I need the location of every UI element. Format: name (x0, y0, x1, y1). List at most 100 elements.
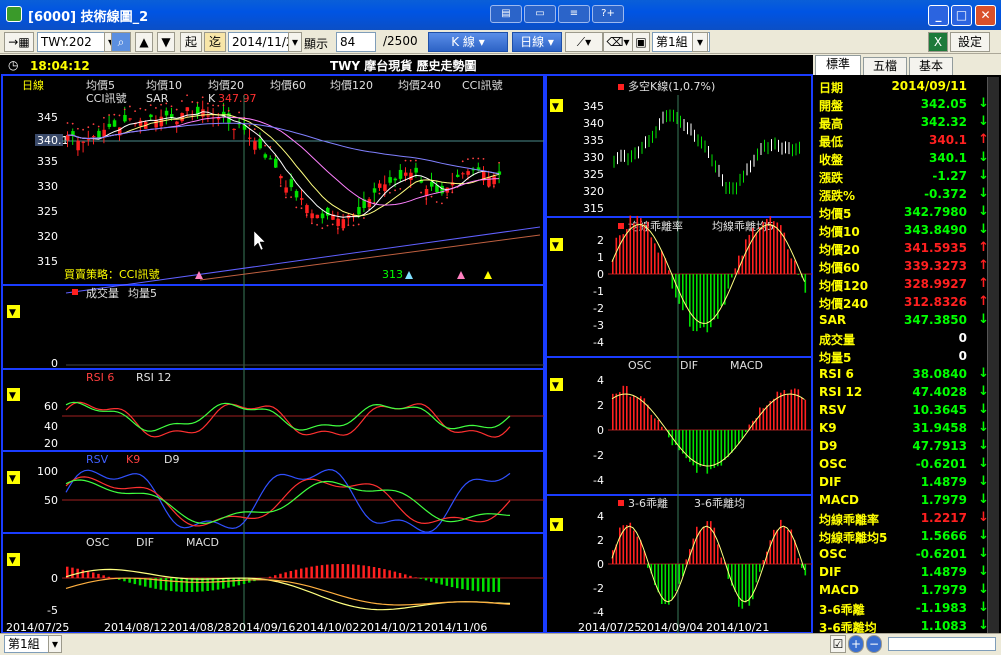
zoom-slider[interactable] (888, 637, 996, 651)
sar-dot (430, 195, 433, 198)
rsi-ytick-3: 20 (44, 437, 58, 450)
start-button[interactable]: 起 (180, 32, 202, 52)
indicator-bar (696, 274, 698, 332)
quote-list: 日期 2014/09/11 開盤 342.05 ↓ 最高 342.32 ↓ 最低 340.1 ↑ 收盤… (813, 77, 1001, 635)
osc-bar (107, 576, 111, 578)
main-ytick-2: 335 (37, 155, 58, 168)
quote-value: 1.7979 (920, 493, 967, 507)
end-button[interactable]: 迄 (204, 32, 226, 52)
indicator-bar (692, 274, 695, 331)
status-bar: 第1組 ▾ ☑ + − (0, 633, 1001, 655)
quote-value: 340.1 (929, 151, 967, 165)
indicator-bar (794, 260, 796, 274)
eraser-icon[interactable]: ⌫▾ (603, 32, 633, 52)
indicator-bar (622, 385, 625, 430)
legend-sar: SAR (146, 92, 169, 105)
title-bar: [6000] 技術線圖_2 ▤ ▭ ≡ ?+ _ □ ✕ (0, 0, 1001, 30)
symbol-input[interactable]: TWY.202 (37, 32, 105, 52)
legend-ma120: 均價120 (330, 78, 373, 92)
status-group-dropdown-icon[interactable]: ▾ (48, 635, 62, 653)
quote-label: 漲跌 (819, 171, 844, 185)
osc-bar (419, 578, 423, 579)
interval-dropdown[interactable]: 日線 ▾ (512, 32, 562, 52)
r36-ytick-2: 2 (597, 534, 604, 547)
tab-basic[interactable]: 基本 (909, 57, 953, 75)
candlestick-series (66, 94, 502, 235)
close-button[interactable]: ✕ (975, 5, 996, 26)
quote-row: OSC -0.6201 ↓ (813, 545, 1001, 563)
group-dropdown-icon[interactable]: ▾ (692, 32, 708, 52)
macd-ytick-2: -5 (47, 604, 58, 617)
rsi-lines (65, 401, 511, 438)
zoom-out-icon[interactable]: − (866, 635, 882, 653)
sar-dot (482, 157, 485, 160)
osc-bar (97, 573, 100, 578)
rb-ytick-1: 2 (597, 234, 604, 247)
save-icon[interactable]: ▣ (632, 32, 650, 52)
osc-bar (331, 564, 334, 578)
candle-body (258, 138, 262, 149)
settings-button[interactable]: 設定 (950, 32, 990, 52)
link-arrow-icon[interactable]: →▦ (4, 32, 34, 52)
indicator-bar (755, 232, 758, 274)
quote-row: 漲跌% -0.372 ↓ (813, 185, 1001, 203)
sar-dot (248, 124, 251, 127)
excel-icon[interactable]: X (928, 32, 948, 52)
indicator-bar (671, 564, 674, 600)
indicator-bar (657, 419, 660, 430)
rkline-legend-swatch (618, 84, 624, 90)
zoom-in-icon[interactable]: + (848, 635, 864, 653)
osc-bar (362, 565, 365, 578)
indicator-line (65, 468, 511, 533)
draw-line-icon[interactable]: ⟋▾ (565, 32, 603, 52)
check-icon[interactable]: ☑ (830, 635, 846, 653)
chart-canvas[interactable]: ◷ 18:04:12 TWY 摩台現貨 歷史走勢圖 日線 均價5 均價10 均價… (0, 55, 813, 634)
rb-ytick-3: 0 (597, 268, 604, 281)
indicator-bar (783, 390, 786, 430)
quote-value: -1.1983 (915, 601, 967, 615)
quote-value: 10.3645 (912, 403, 967, 417)
help-button[interactable]: ?+ (592, 5, 624, 23)
layout-button-1[interactable]: ▤ (490, 5, 522, 23)
candle-body (289, 179, 294, 188)
indicator-bar (787, 530, 789, 564)
date-dropdown-icon[interactable]: ▾ (288, 32, 302, 52)
indicator-bar (668, 564, 670, 605)
tab-standard[interactable]: 標準 (815, 55, 861, 75)
show-count-input[interactable]: 84 (336, 32, 376, 52)
sar-dot (300, 207, 303, 210)
indicator-bar (731, 430, 733, 453)
indicator-bar (731, 274, 733, 278)
indicator-bar (804, 274, 807, 293)
sar-dot (170, 105, 173, 108)
layout-button-3[interactable]: ≡ (558, 5, 590, 23)
quote-row: 漲跌 -1.27 ↓ (813, 167, 1001, 185)
quote-scrollbar[interactable] (987, 77, 999, 633)
quote-row: 均量5 0 (813, 347, 1001, 365)
down-arrow-icon[interactable]: ▼ (157, 32, 175, 52)
quote-value: 328.9927 (903, 277, 967, 291)
indicator-bar (654, 243, 656, 274)
r36-ytick-3: 0 (597, 558, 604, 571)
legend-dif: DIF (136, 536, 154, 549)
sar-dot (316, 223, 318, 226)
maximize-button[interactable]: □ (951, 5, 972, 26)
tab-five-level[interactable]: 五檔 (863, 57, 907, 75)
minimize-button[interactable]: _ (928, 5, 949, 26)
up-arrow-icon[interactable]: ▲ (135, 32, 153, 52)
indicator-bar (738, 430, 740, 444)
search-icon[interactable]: ⌕ (111, 32, 131, 52)
osc-bar (346, 564, 350, 578)
indicator-bar (759, 564, 761, 572)
indicator-bar (699, 430, 702, 467)
chart-area[interactable]: ◷ 18:04:12 TWY 摩台現貨 歷史走勢圖 日線 均價5 均價10 均價… (0, 55, 813, 634)
layout-button-2[interactable]: ▭ (524, 5, 556, 23)
quote-label: SAR (819, 313, 847, 327)
legend-ma20: 均價20 (208, 78, 244, 92)
period-dropdown[interactable]: K 線 ▾ (428, 32, 508, 52)
quote-row: 開盤 342.05 ↓ (813, 95, 1001, 113)
candle-body (357, 206, 361, 215)
osc-bar (268, 576, 272, 578)
sar-dot (435, 201, 438, 203)
quote-row: 均價20 341.5935 ↑ (813, 239, 1001, 257)
